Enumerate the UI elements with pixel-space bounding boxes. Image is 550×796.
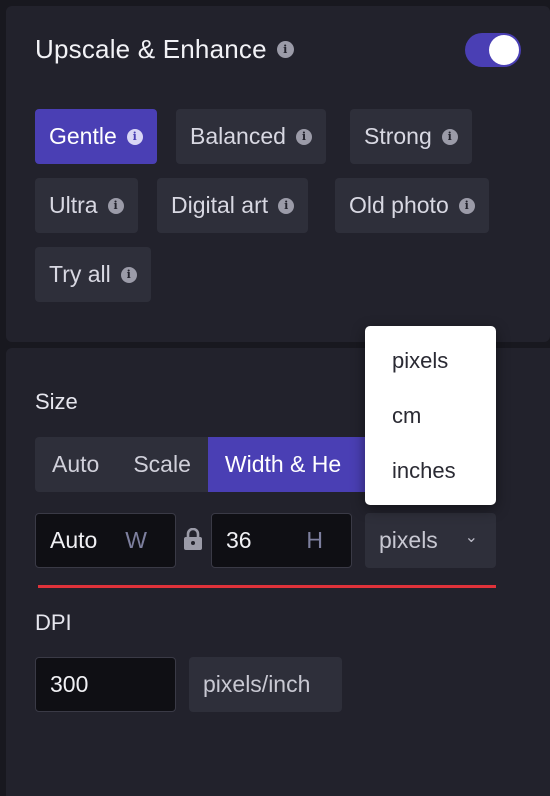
mode-chip-try-all[interactable]: Try all i bbox=[35, 247, 151, 302]
upscale-title-text: Upscale & Enhance bbox=[35, 34, 267, 64]
mode-chip-ultra[interactable]: Ultra i bbox=[35, 178, 138, 233]
info-icon[interactable]: i bbox=[107, 197, 124, 214]
info-icon[interactable]: i bbox=[295, 128, 312, 145]
mode-chip-gentle[interactable]: Gentle i bbox=[35, 109, 157, 164]
mode-chip-balanced[interactable]: Balanced i bbox=[176, 109, 326, 164]
info-icon[interactable]: i bbox=[458, 197, 475, 214]
info-icon[interactable]: i bbox=[120, 266, 137, 283]
unit-select-value: pixels bbox=[379, 527, 438, 553]
tab-width-height[interactable]: Width & He bbox=[207, 437, 375, 492]
info-icon[interactable]: i bbox=[276, 41, 294, 58]
info-icon[interactable]: i bbox=[278, 197, 295, 214]
upscale-toggle[interactable] bbox=[465, 33, 521, 67]
mode-chip-strong[interactable]: Strong i bbox=[350, 109, 472, 164]
width-value: Auto bbox=[50, 527, 98, 553]
height-suffix: H bbox=[306, 527, 323, 553]
dpi-input[interactable]: 300 bbox=[35, 657, 176, 712]
mode-chip-old-photo[interactable]: Old photo i bbox=[335, 178, 489, 233]
mode-chip-label: Ultra bbox=[49, 192, 98, 218]
dpi-value: 300 bbox=[50, 671, 89, 697]
unit-option-inches[interactable]: inches bbox=[392, 458, 456, 484]
dpi-label: DPI bbox=[35, 610, 72, 635]
mode-chip-label: Gentle bbox=[49, 123, 117, 149]
height-value: 36 bbox=[226, 527, 252, 553]
mode-chip-label: Old photo bbox=[349, 192, 449, 218]
unit-dropdown-menu: pixels cm inches bbox=[365, 326, 496, 505]
toggle-knob bbox=[489, 35, 519, 65]
tab-scale[interactable]: Scale bbox=[116, 437, 208, 492]
dpi-unit: pixels/inch bbox=[189, 657, 342, 712]
size-mode-tabs: Auto Scale Width & He bbox=[35, 437, 375, 492]
width-input[interactable]: Auto W bbox=[35, 513, 176, 568]
upscale-title: Upscale & Enhance i bbox=[35, 34, 294, 65]
height-input[interactable]: 36 H bbox=[211, 513, 352, 568]
unit-select[interactable]: pixels ⌄ bbox=[365, 513, 496, 568]
unit-option-pixels[interactable]: pixels bbox=[392, 348, 448, 374]
mode-chip-label: Balanced bbox=[190, 123, 286, 149]
chevron-down-icon: ⌄ bbox=[464, 529, 478, 546]
mode-chip-label: Digital art bbox=[171, 192, 269, 218]
info-icon[interactable]: i bbox=[441, 128, 458, 145]
lock-icon[interactable] bbox=[183, 528, 203, 550]
size-label: Size bbox=[35, 389, 78, 414]
width-suffix: W bbox=[125, 527, 147, 553]
mode-chip-label: Strong bbox=[364, 123, 432, 149]
tab-auto[interactable]: Auto bbox=[35, 437, 116, 492]
mode-chip-digital-art[interactable]: Digital art i bbox=[157, 178, 309, 233]
validation-underline bbox=[38, 585, 496, 588]
mode-chip-label: Try all bbox=[49, 261, 111, 287]
unit-option-cm[interactable]: cm bbox=[392, 403, 421, 429]
info-icon[interactable]: i bbox=[126, 128, 143, 145]
